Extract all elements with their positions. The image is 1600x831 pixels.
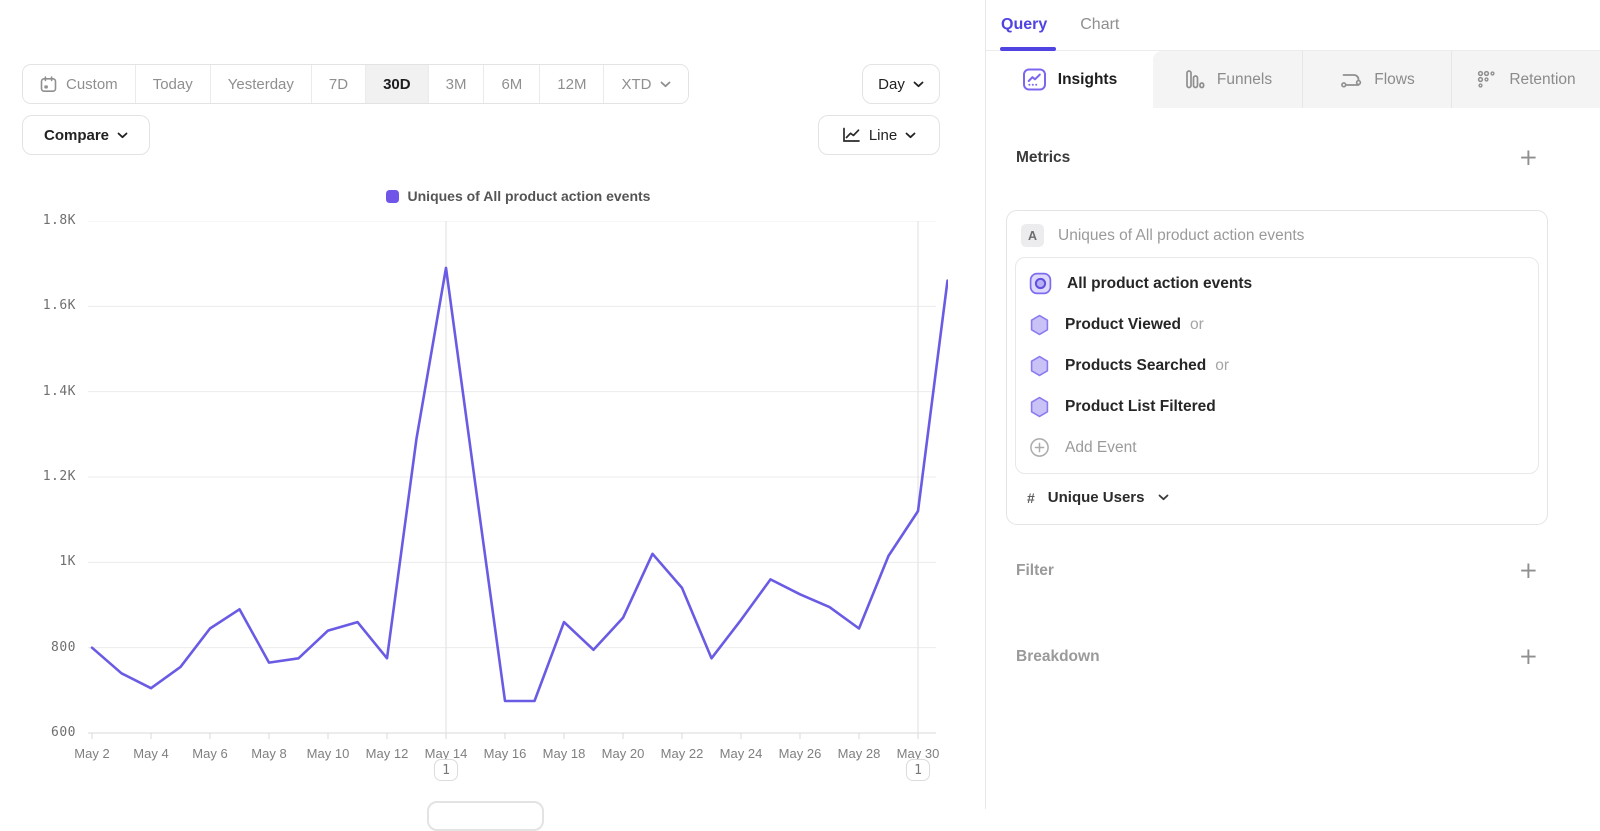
chevron-down-icon bbox=[913, 81, 924, 88]
panel-header: Query Chart bbox=[986, 0, 1600, 51]
range-12m[interactable]: 12M bbox=[540, 65, 604, 103]
calendar-icon bbox=[40, 76, 57, 93]
range-custom-label: Custom bbox=[66, 76, 118, 93]
range-custom[interactable]: Custom bbox=[23, 65, 136, 103]
line-chart-icon bbox=[842, 127, 861, 143]
breakdown-title: Breakdown bbox=[1016, 648, 1100, 666]
events-card: All product action events Product Viewed… bbox=[1015, 257, 1539, 474]
annotation-badge[interactable]: 1 bbox=[434, 759, 458, 781]
chevron-down-icon bbox=[117, 132, 128, 139]
view-tabs: Insights Funnels Flows bbox=[986, 51, 1600, 108]
chart-type-dropdown[interactable]: Line bbox=[818, 115, 940, 155]
event-hexagon-icon bbox=[1029, 396, 1050, 418]
event-row-product-list-filtered[interactable]: Product List Filtered bbox=[1016, 386, 1538, 427]
range-yesterday[interactable]: Yesterday bbox=[211, 65, 312, 103]
series-title: Uniques of All product action events bbox=[1058, 227, 1304, 245]
chevron-down-icon bbox=[905, 132, 916, 139]
tab-flows[interactable]: Flows bbox=[1302, 51, 1451, 108]
metric-card: A Uniques of All product action events A… bbox=[1006, 210, 1548, 525]
granularity-dropdown[interactable]: Day bbox=[862, 64, 940, 104]
active-tab-underline bbox=[1000, 47, 1056, 51]
breakdown-section-header: Breakdown + bbox=[1016, 647, 1538, 667]
range-7d[interactable]: 7D bbox=[312, 65, 366, 103]
range-xtd[interactable]: XTD bbox=[604, 65, 688, 103]
event-hexagon-icon bbox=[1029, 314, 1050, 336]
plus-circle-icon bbox=[1029, 437, 1050, 458]
y-tick-label: 1.4K bbox=[0, 384, 76, 399]
event-row-product-viewed[interactable]: Product Viewed or bbox=[1016, 304, 1538, 345]
chevron-down-icon bbox=[660, 81, 671, 88]
event-row-products-searched[interactable]: Products Searched or bbox=[1016, 345, 1538, 386]
range-today[interactable]: Today bbox=[136, 65, 211, 103]
metrics-section-header: Metrics + bbox=[1016, 148, 1538, 168]
tab-retention[interactable]: Retention bbox=[1451, 51, 1600, 108]
metric-series-header[interactable]: A Uniques of All product action events bbox=[1007, 211, 1547, 257]
chart-legend-item[interactable]: Uniques of All product action events bbox=[88, 188, 948, 204]
y-tick-label: 1.2K bbox=[0, 469, 76, 484]
query-builder-panel: Query Chart Insights Funnels bbox=[985, 0, 1600, 809]
range-3m[interactable]: 3M bbox=[429, 65, 485, 103]
range-6m[interactable]: 6M bbox=[484, 65, 540, 103]
filter-title: Filter bbox=[1016, 562, 1054, 580]
measure-dropdown[interactable]: # Unique Users bbox=[1007, 474, 1547, 522]
line-chart-svg bbox=[88, 221, 948, 741]
compare-dropdown[interactable]: Compare bbox=[22, 115, 150, 155]
retention-icon bbox=[1476, 69, 1498, 91]
y-tick-label: 800 bbox=[0, 640, 76, 655]
y-tick-label: 1.8K bbox=[0, 213, 76, 228]
series-badge: A bbox=[1021, 224, 1044, 247]
annotation-badge[interactable]: 1 bbox=[906, 759, 930, 781]
add-metric-button[interactable]: + bbox=[1519, 148, 1538, 168]
flows-icon bbox=[1339, 68, 1363, 92]
add-breakdown-button[interactable]: + bbox=[1519, 647, 1538, 667]
event-group-icon bbox=[1029, 272, 1052, 295]
tab-insights[interactable]: Insights bbox=[986, 51, 1153, 108]
y-tick-label: 1K bbox=[0, 554, 76, 569]
tab-funnels[interactable]: Funnels bbox=[1153, 51, 1302, 108]
y-tick-label: 600 bbox=[0, 725, 76, 740]
line-chart-plot[interactable] bbox=[88, 221, 948, 741]
add-filter-button[interactable]: + bbox=[1519, 561, 1538, 581]
chevron-down-icon bbox=[1158, 494, 1169, 501]
clipped-tooltip-box bbox=[427, 801, 544, 831]
add-event-button[interactable]: Add Event bbox=[1016, 427, 1538, 468]
tab-chart[interactable]: Chart bbox=[1080, 16, 1119, 34]
funnels-icon bbox=[1183, 68, 1206, 91]
hash-icon: # bbox=[1027, 490, 1035, 506]
tab-query[interactable]: Query bbox=[1001, 16, 1047, 34]
event-hexagon-icon bbox=[1029, 355, 1050, 377]
y-tick-label: 1.6K bbox=[0, 298, 76, 313]
event-row-all-product-action-events[interactable]: All product action events bbox=[1016, 263, 1538, 304]
metrics-title: Metrics bbox=[1016, 149, 1070, 167]
date-range-control: Custom Today Yesterday 7D 30D 3M 6M 12M … bbox=[22, 64, 689, 104]
x-axis-labels: May 2May 4May 6May 8May 10May 12May 14Ma… bbox=[88, 746, 968, 762]
insights-icon bbox=[1022, 67, 1047, 92]
filter-section-header: Filter + bbox=[1016, 561, 1538, 581]
legend-label: Uniques of All product action events bbox=[408, 188, 651, 204]
range-30d-selected[interactable]: 30D bbox=[366, 65, 429, 103]
legend-swatch bbox=[386, 190, 399, 203]
